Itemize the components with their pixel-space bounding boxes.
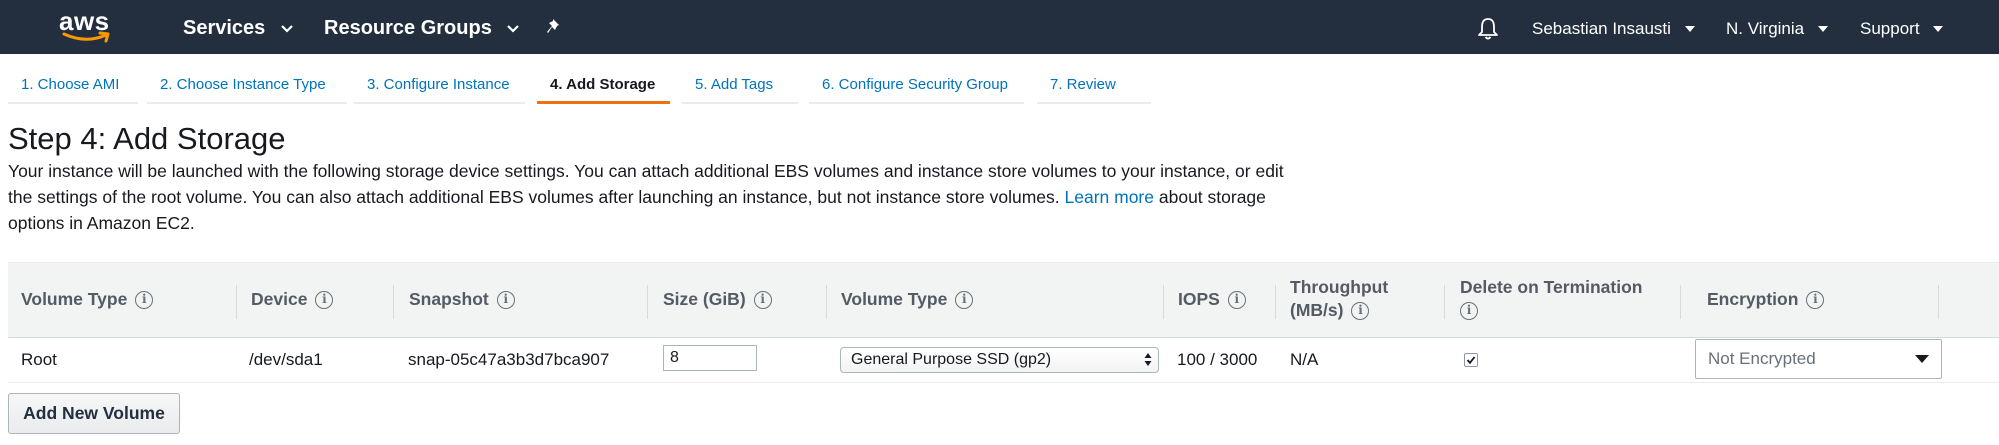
- column-divider: [236, 285, 237, 319]
- services-label: Services: [183, 17, 266, 39]
- col-snapshot[interactable]: Snapshot i: [409, 288, 515, 311]
- size-input[interactable]: [663, 345, 757, 371]
- support-menu[interactable]: Support: [1860, 0, 1944, 54]
- resource-groups-label: Resource Groups: [324, 17, 492, 39]
- info-icon[interactable]: i: [135, 291, 154, 310]
- col-throughput-label: Throughput: [1290, 277, 1389, 297]
- info-icon[interactable]: i: [315, 291, 334, 310]
- col-throughput[interactable]: Throughput (MB/s) i: [1290, 276, 1388, 322]
- col-volume-type[interactable]: Volume Type i: [21, 288, 154, 311]
- column-divider: [1444, 285, 1445, 319]
- tab-choose-instance-type[interactable]: 2. Choose Instance Type: [147, 76, 347, 104]
- region-name: N. Virginia: [1726, 19, 1805, 38]
- storage-table-header: Volume Type i Device i Snapshot i Size (GiB…: [8, 262, 1999, 338]
- bell-icon[interactable]: [1477, 17, 1499, 41]
- info-icon[interactable]: i: [955, 291, 974, 310]
- col-encryption[interactable]: Encryption i: [1707, 288, 1825, 311]
- col-size-label: Size (GiB): [663, 289, 746, 309]
- resource-groups-menu[interactable]: Resource Groups: [324, 0, 520, 54]
- region-menu[interactable]: N. Virginia: [1726, 0, 1828, 54]
- tab-choose-ami[interactable]: 1. Choose AMI: [8, 76, 138, 104]
- cell-device: /dev/sda1: [249, 350, 323, 369]
- column-divider: [1680, 285, 1681, 319]
- caret-down-icon: [1817, 26, 1828, 33]
- delete-on-termination-checkbox[interactable]: [1464, 353, 1478, 367]
- wizard-steps: 1. Choose AMI 2. Choose Instance Type 3.…: [0, 54, 1999, 106]
- table-row: Root /dev/sda1 snap-05c47a3b3d7bca907 Ge…: [8, 338, 1999, 383]
- aws-logo[interactable]: aws: [59, 6, 117, 46]
- col-throughput-unit: (MB/s): [1290, 300, 1344, 320]
- cell-snapshot: snap-05c47a3b3d7bca907: [408, 350, 610, 369]
- column-divider: [826, 285, 827, 319]
- encryption-selected: Not Encrypted: [1708, 349, 1816, 368]
- add-new-volume-button[interactable]: Add New Volume: [8, 393, 180, 434]
- chevron-down-icon: [507, 24, 520, 33]
- info-icon[interactable]: i: [1460, 302, 1478, 321]
- tab-configure-instance[interactable]: 3. Configure Instance: [354, 76, 525, 104]
- support-label: Support: [1860, 19, 1920, 38]
- learn-more-link[interactable]: Learn more: [1065, 187, 1155, 207]
- col-ebs-volume-type-label: Volume Type: [841, 289, 948, 309]
- select-arrows-icon: [1144, 353, 1152, 366]
- page-description: Your instance will be launched with the …: [8, 158, 1308, 236]
- tab-configure-security-group[interactable]: 6. Configure Security Group: [809, 76, 1024, 104]
- pin-icon[interactable]: [545, 17, 565, 37]
- column-divider: [1275, 285, 1276, 319]
- page-title: Step 4: Add Storage: [8, 121, 286, 156]
- cell-iops: 100 / 3000: [1177, 350, 1258, 369]
- chevron-down-icon: [281, 24, 293, 33]
- caret-down-icon: [1933, 26, 1944, 33]
- col-volume-type-label: Volume Type: [21, 289, 128, 309]
- caret-down-icon: [1684, 26, 1695, 33]
- col-device[interactable]: Device i: [251, 288, 334, 311]
- aws-smile-icon: [62, 31, 110, 43]
- col-iops-label: IOPS: [1178, 289, 1220, 309]
- info-icon[interactable]: i: [496, 291, 515, 310]
- services-menu[interactable]: Services: [183, 0, 293, 54]
- info-icon[interactable]: i: [753, 291, 772, 310]
- column-divider: [393, 285, 394, 319]
- tab-add-storage[interactable]: 4. Add Storage: [537, 76, 670, 104]
- tab-review[interactable]: 7. Review: [1037, 76, 1151, 104]
- checkmark-icon: [1466, 356, 1476, 365]
- volume-type-select[interactable]: General Purpose SSD (gp2): [840, 347, 1159, 373]
- col-delete-on-termination[interactable]: Delete on Termination i: [1460, 276, 1642, 322]
- encryption-select[interactable]: Not Encrypted: [1695, 339, 1942, 379]
- tab-add-tags[interactable]: 5. Add Tags: [682, 76, 798, 104]
- col-delete-on-termination-label: Delete on Termination: [1460, 277, 1643, 297]
- volume-type-selected: General Purpose SSD (gp2): [851, 351, 1052, 368]
- col-device-label: Device: [251, 289, 308, 309]
- cell-throughput: N/A: [1290, 350, 1319, 369]
- col-size[interactable]: Size (GiB) i: [663, 288, 772, 311]
- user-name: Sebastian Insausti: [1532, 19, 1671, 38]
- info-icon[interactable]: i: [1227, 291, 1246, 310]
- column-divider: [1938, 285, 1939, 319]
- cell-volume-type: Root: [21, 350, 57, 369]
- col-ebs-volume-type[interactable]: Volume Type i: [841, 288, 974, 311]
- caret-down-icon: [1915, 355, 1929, 363]
- column-divider: [1163, 285, 1164, 319]
- col-iops[interactable]: IOPS i: [1178, 288, 1246, 311]
- info-icon[interactable]: i: [1806, 291, 1825, 310]
- user-menu[interactable]: Sebastian Insausti: [1532, 0, 1695, 54]
- col-encryption-label: Encryption: [1707, 289, 1799, 309]
- top-nav: aws Services Resource Groups Sebastian I…: [0, 0, 1999, 54]
- column-divider: [647, 285, 648, 319]
- col-snapshot-label: Snapshot: [409, 289, 489, 309]
- info-icon[interactable]: i: [1351, 302, 1370, 321]
